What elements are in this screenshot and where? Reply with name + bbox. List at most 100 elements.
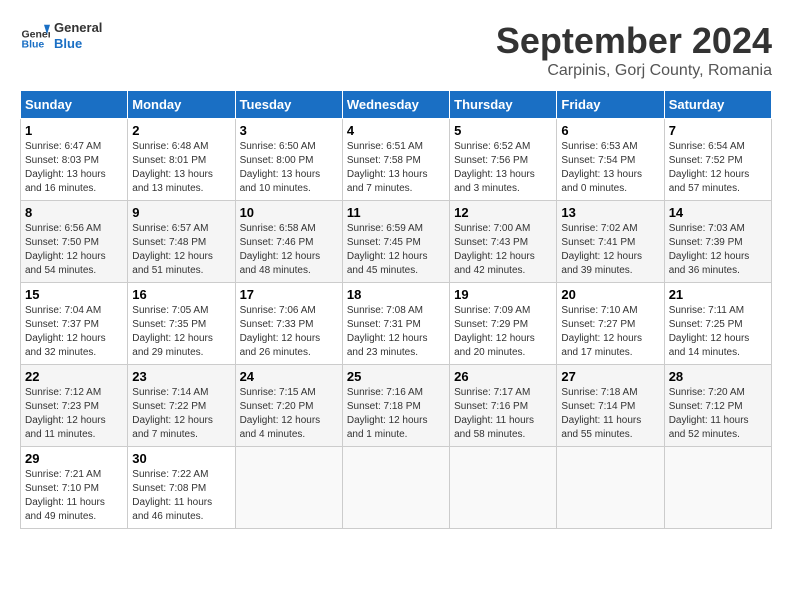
calendar-day-cell: 18 Sunrise: 7:08 AM Sunset: 7:31 PM Dayli…	[342, 283, 449, 365]
day-info: Sunrise: 6:50 AM Sunset: 8:00 PM Dayligh…	[240, 140, 338, 196]
day-info: Sunrise: 7:02 AM Sunset: 7:41 PM Dayligh…	[561, 222, 659, 278]
calendar-day-cell: 9 Sunrise: 6:57 AM Sunset: 7:48 PM Daylig…	[128, 201, 235, 283]
calendar-day-cell: 8Sunrise: 6:56 AM Sunset: 7:50 PM Daylig…	[21, 201, 128, 283]
calendar-day-cell: 20Sunrise: 7:10 AM Sunset: 7:27 PM Dayli…	[557, 283, 664, 365]
calendar-week-row: 1Sunrise: 6:47 AM Sunset: 8:03 PM Daylig…	[21, 119, 772, 201]
day-number: 14	[669, 205, 767, 220]
day-number: 24	[240, 369, 338, 384]
day-number: 7	[669, 123, 767, 138]
day-info: Sunrise: 7:21 AM Sunset: 7:10 PM Dayligh…	[25, 468, 123, 524]
calendar-day-cell	[450, 447, 557, 529]
day-number: 21	[669, 287, 767, 302]
calendar-day-cell: 27 Sunrise: 7:18 AM Sunset: 7:14 PM Dayli…	[557, 365, 664, 447]
day-number: 4	[347, 123, 445, 138]
day-info: Sunrise: 6:48 AM Sunset: 8:01 PM Dayligh…	[132, 140, 230, 196]
day-number: 5	[454, 123, 552, 138]
calendar-day-cell: 17Sunrise: 7:06 AM Sunset: 7:33 PM Dayli…	[235, 283, 342, 365]
day-number: 9	[132, 205, 230, 220]
day-info: Sunrise: 7:16 AM Sunset: 7:18 PM Dayligh…	[347, 386, 445, 442]
weekday-header: Wednesday	[342, 91, 449, 119]
day-info: Sunrise: 7:03 AM Sunset: 7:39 PM Dayligh…	[669, 222, 767, 278]
day-number: 13	[561, 205, 659, 220]
calendar-day-cell: 12 Sunrise: 7:00 AM Sunset: 7:43 PM Dayli…	[450, 201, 557, 283]
calendar-week-row: 8Sunrise: 6:56 AM Sunset: 7:50 PM Daylig…	[21, 201, 772, 283]
day-number: 23	[132, 369, 230, 384]
day-number: 10	[240, 205, 338, 220]
calendar-week-row: 29 Sunrise: 7:21 AM Sunset: 7:10 PM Dayli…	[21, 447, 772, 529]
calendar-day-cell: 23 Sunrise: 7:14 AM Sunset: 7:22 PM Dayli…	[128, 365, 235, 447]
day-info: Sunrise: 6:53 AM Sunset: 7:54 PM Dayligh…	[561, 140, 659, 196]
calendar-week-row: 22 Sunrise: 7:12 AM Sunset: 7:23 PM Dayli…	[21, 365, 772, 447]
day-info: Sunrise: 6:59 AM Sunset: 7:45 PM Dayligh…	[347, 222, 445, 278]
day-number: 26	[454, 369, 552, 384]
day-info: Sunrise: 7:09 AM Sunset: 7:29 PM Dayligh…	[454, 304, 552, 360]
logo-icon: General Blue	[20, 21, 50, 51]
calendar-day-cell: 7 Sunrise: 6:54 AM Sunset: 7:52 PM Daylig…	[664, 119, 771, 201]
logo-text: General Blue	[54, 20, 102, 51]
location-subtitle: Carpinis, Gorj County, Romania	[496, 62, 772, 80]
calendar-day-cell: 29 Sunrise: 7:21 AM Sunset: 7:10 PM Dayli…	[21, 447, 128, 529]
day-number: 19	[454, 287, 552, 302]
day-number: 1	[25, 123, 123, 138]
day-number: 2	[132, 123, 230, 138]
day-number: 3	[240, 123, 338, 138]
calendar-day-cell: 3 Sunrise: 6:50 AM Sunset: 8:00 PM Daylig…	[235, 119, 342, 201]
weekday-header: Monday	[128, 91, 235, 119]
month-title: September 2024	[496, 20, 772, 62]
day-number: 18	[347, 287, 445, 302]
day-info: Sunrise: 7:14 AM Sunset: 7:22 PM Dayligh…	[132, 386, 230, 442]
day-info: Sunrise: 6:57 AM Sunset: 7:48 PM Dayligh…	[132, 222, 230, 278]
page-header: General Blue General Blue September 2024…	[20, 20, 772, 80]
title-block: September 2024 Carpinis, Gorj County, Ro…	[496, 20, 772, 80]
day-number: 6	[561, 123, 659, 138]
weekday-header: Tuesday	[235, 91, 342, 119]
weekday-header: Friday	[557, 91, 664, 119]
day-info: Sunrise: 7:04 AM Sunset: 7:37 PM Dayligh…	[25, 304, 123, 360]
day-number: 16	[132, 287, 230, 302]
day-info: Sunrise: 7:05 AM Sunset: 7:35 PM Dayligh…	[132, 304, 230, 360]
day-number: 30	[132, 451, 230, 466]
calendar-week-row: 15Sunrise: 7:04 AM Sunset: 7:37 PM Dayli…	[21, 283, 772, 365]
day-number: 12	[454, 205, 552, 220]
day-number: 29	[25, 451, 123, 466]
day-info: Sunrise: 6:54 AM Sunset: 7:52 PM Dayligh…	[669, 140, 767, 196]
calendar-day-cell: 22 Sunrise: 7:12 AM Sunset: 7:23 PM Dayli…	[21, 365, 128, 447]
calendar-day-cell: 13 Sunrise: 7:02 AM Sunset: 7:41 PM Dayli…	[557, 201, 664, 283]
logo-line1: General	[54, 20, 102, 36]
day-number: 22	[25, 369, 123, 384]
day-info: Sunrise: 7:20 AM Sunset: 7:12 PM Dayligh…	[669, 386, 767, 442]
calendar-day-cell: 5Sunrise: 6:52 AM Sunset: 7:56 PM Daylig…	[450, 119, 557, 201]
logo: General Blue General Blue	[20, 20, 102, 51]
calendar-day-cell: 19 Sunrise: 7:09 AM Sunset: 7:29 PM Dayli…	[450, 283, 557, 365]
day-number: 27	[561, 369, 659, 384]
calendar-header-row: SundayMondayTuesdayWednesdayThursdayFrid…	[21, 91, 772, 119]
calendar-day-cell: 16 Sunrise: 7:05 AM Sunset: 7:35 PM Dayli…	[128, 283, 235, 365]
day-info: Sunrise: 7:15 AM Sunset: 7:20 PM Dayligh…	[240, 386, 338, 442]
calendar-day-cell: 15Sunrise: 7:04 AM Sunset: 7:37 PM Dayli…	[21, 283, 128, 365]
calendar-day-cell	[342, 447, 449, 529]
day-info: Sunrise: 7:17 AM Sunset: 7:16 PM Dayligh…	[454, 386, 552, 442]
day-info: Sunrise: 7:18 AM Sunset: 7:14 PM Dayligh…	[561, 386, 659, 442]
calendar-day-cell: 6 Sunrise: 6:53 AM Sunset: 7:54 PM Daylig…	[557, 119, 664, 201]
day-info: Sunrise: 7:12 AM Sunset: 7:23 PM Dayligh…	[25, 386, 123, 442]
day-number: 8	[25, 205, 123, 220]
weekday-header: Saturday	[664, 91, 771, 119]
day-number: 11	[347, 205, 445, 220]
calendar-day-cell: 2 Sunrise: 6:48 AM Sunset: 8:01 PM Daylig…	[128, 119, 235, 201]
calendar-day-cell	[557, 447, 664, 529]
weekday-header: Thursday	[450, 91, 557, 119]
calendar-day-cell: 26 Sunrise: 7:17 AM Sunset: 7:16 PM Dayli…	[450, 365, 557, 447]
calendar-day-cell: 24 Sunrise: 7:15 AM Sunset: 7:20 PM Dayli…	[235, 365, 342, 447]
calendar-day-cell: 30Sunrise: 7:22 AM Sunset: 7:08 PM Dayli…	[128, 447, 235, 529]
day-info: Sunrise: 7:08 AM Sunset: 7:31 PM Dayligh…	[347, 304, 445, 360]
calendar-day-cell: 1Sunrise: 6:47 AM Sunset: 8:03 PM Daylig…	[21, 119, 128, 201]
svg-text:Blue: Blue	[22, 38, 45, 50]
day-info: Sunrise: 7:06 AM Sunset: 7:33 PM Dayligh…	[240, 304, 338, 360]
day-number: 28	[669, 369, 767, 384]
calendar-day-cell: 11 Sunrise: 6:59 AM Sunset: 7:45 PM Dayli…	[342, 201, 449, 283]
calendar-day-cell: 4Sunrise: 6:51 AM Sunset: 7:58 PM Daylig…	[342, 119, 449, 201]
day-number: 25	[347, 369, 445, 384]
day-info: Sunrise: 7:00 AM Sunset: 7:43 PM Dayligh…	[454, 222, 552, 278]
calendar-table: SundayMondayTuesdayWednesdayThursdayFrid…	[20, 90, 772, 529]
day-info: Sunrise: 6:58 AM Sunset: 7:46 PM Dayligh…	[240, 222, 338, 278]
